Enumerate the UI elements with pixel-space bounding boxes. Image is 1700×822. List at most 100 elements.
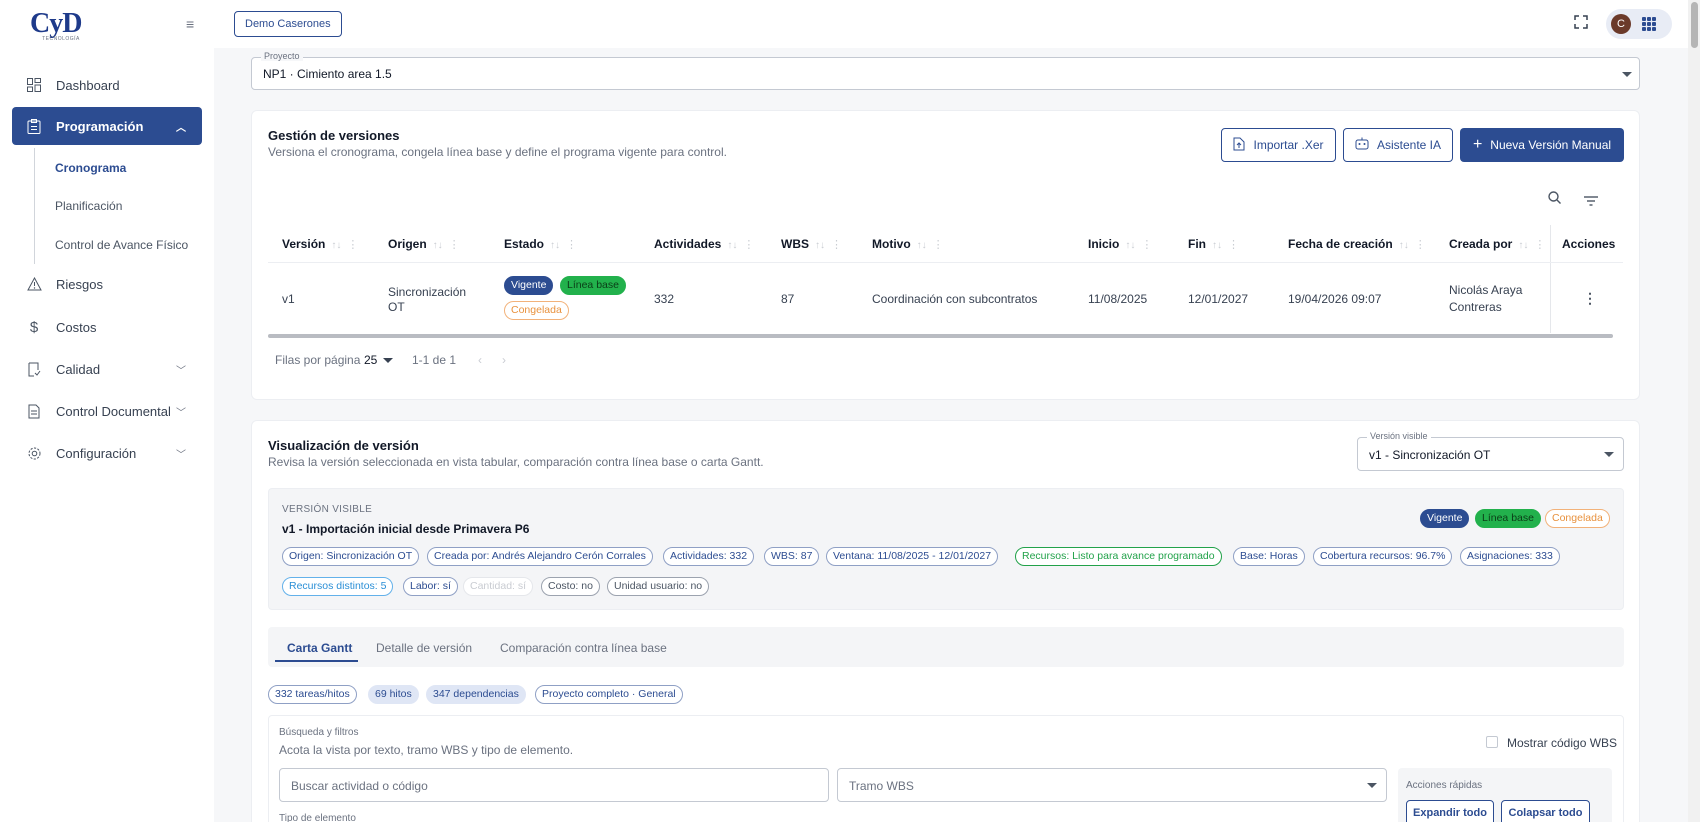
- column-menu-icon[interactable]: ⋮: [347, 239, 358, 251]
- prev-page-icon[interactable]: ‹: [478, 353, 482, 367]
- summary-chip-tareas: 332 tareas/hitos: [268, 685, 357, 704]
- cell-origen-line1: Sincronización: [388, 285, 467, 299]
- dashboard-icon: [26, 77, 42, 93]
- column-header-estado[interactable]: Estado ↑↓ ⋮: [504, 237, 577, 251]
- chevron-up-icon: ︿: [176, 123, 186, 134]
- import-xer-button[interactable]: Importar .Xer: [1221, 128, 1336, 162]
- sidebar-item-dashboard[interactable]: Dashboard: [12, 66, 202, 104]
- robot-icon: [1355, 137, 1369, 153]
- wbs-segment-select[interactable]: Tramo WBS: [837, 768, 1387, 802]
- visualization-title: Visualización de versión: [268, 438, 419, 453]
- column-header-fecha-creacion[interactable]: Fecha de creación ↑↓ ⋮: [1288, 237, 1426, 251]
- search-icon[interactable]: [1548, 191, 1561, 207]
- sidebar-item-label: Calidad: [56, 361, 101, 377]
- table-horizontal-scrollbar[interactable]: [268, 334, 1613, 338]
- status-badge-linea-base: Línea base: [560, 276, 626, 295]
- sidebar-item-riesgos[interactable]: Riesgos: [12, 265, 202, 303]
- sidebar-item-programacion[interactable]: Programación ︿: [12, 107, 202, 145]
- sort-icon[interactable]: ↑↓: [727, 240, 737, 251]
- sort-icon[interactable]: ↑↓: [1212, 240, 1222, 251]
- column-header-origen[interactable]: Origen ↑↓ ⋮: [388, 237, 460, 251]
- info-chip-unidad-usuario: Unidad usuario: no: [607, 577, 710, 596]
- page-scrollbar-thumb[interactable]: [1691, 2, 1698, 48]
- column-menu-icon[interactable]: ⋮: [449, 239, 460, 251]
- page-scrollbar[interactable]: [1688, 0, 1700, 822]
- apps-grid-icon[interactable]: [1642, 17, 1656, 31]
- sidebar-item-control-documental[interactable]: Control Documental ﹀: [12, 392, 202, 430]
- sort-icon[interactable]: ↑↓: [433, 240, 443, 251]
- tab-comparacion[interactable]: Comparación contra línea base: [500, 641, 667, 655]
- sidebar-item-costos[interactable]: $ Costos: [12, 308, 202, 346]
- row-actions-icon[interactable]: ⋮: [1583, 290, 1597, 307]
- info-chip-costo: Costo: no: [541, 577, 600, 596]
- sidebar-item-calidad[interactable]: Calidad ﹀: [12, 350, 202, 388]
- column-menu-icon[interactable]: ⋮: [1141, 239, 1152, 251]
- column-header-wbs[interactable]: WBS ↑↓ ⋮: [781, 237, 842, 251]
- sort-icon[interactable]: ↑↓: [331, 240, 341, 251]
- project-select[interactable]: Proyecto NP1 · Cimiento area 1.5: [251, 51, 1640, 90]
- column-header-inicio[interactable]: Inicio ↑↓ ⋮: [1088, 237, 1152, 251]
- ai-assistant-button[interactable]: Asistente IA: [1343, 128, 1453, 162]
- filter-icon[interactable]: [1584, 193, 1598, 209]
- info-chip-base: Base: Horas: [1233, 547, 1305, 566]
- project-select-label: Proyecto: [261, 51, 303, 61]
- topbar: Demo Caserones C: [214, 0, 1700, 48]
- expand-all-button[interactable]: Expandir todo: [1406, 800, 1494, 822]
- sort-icon[interactable]: ↑↓: [1125, 240, 1135, 251]
- column-menu-icon[interactable]: ⋮: [933, 239, 944, 251]
- fullscreen-icon[interactable]: [1574, 15, 1590, 31]
- rows-per-page-select[interactable]: 25: [364, 353, 377, 367]
- info-chip-cantidad: Cantidad: sí: [463, 577, 534, 596]
- sort-icon[interactable]: ↑↓: [1399, 240, 1409, 251]
- column-menu-icon[interactable]: ⋮: [1228, 239, 1239, 251]
- filters-description: Acota la vista por texto, tramo WBS y ti…: [279, 743, 574, 757]
- info-chip-recursos: Recursos: Listo para avance programado: [1015, 547, 1222, 566]
- cell-creada-por-line1: Nicolás Araya: [1449, 283, 1523, 297]
- sort-icon[interactable]: ↑↓: [815, 240, 825, 251]
- sidebar-item-configuracion[interactable]: Configuración ﹀: [12, 434, 202, 472]
- sidebar-subitem-avance-fisico[interactable]: Control de Avance Físico: [55, 238, 188, 252]
- cell-version: v1: [282, 292, 295, 306]
- collapse-all-button[interactable]: Colapsar todo: [1501, 800, 1590, 822]
- next-page-icon[interactable]: ›: [502, 353, 506, 367]
- context-button[interactable]: Demo Caserones: [234, 11, 342, 37]
- chevron-down-icon: ﹀: [176, 450, 186, 461]
- tab-detalle-version[interactable]: Detalle de versión: [376, 641, 472, 655]
- new-version-button[interactable]: + Nueva Versión Manual: [1460, 128, 1624, 162]
- column-menu-icon[interactable]: ⋮: [1415, 239, 1426, 251]
- column-menu-icon[interactable]: ⋮: [566, 239, 577, 251]
- column-label: Origen: [388, 237, 427, 251]
- sidebar-subitem-planificacion[interactable]: Planificación: [55, 199, 122, 213]
- dollar-icon: $: [29, 318, 39, 336]
- sort-icon[interactable]: ↑↓: [1518, 240, 1528, 251]
- rows-per-page-label: Filas por página: [275, 353, 361, 367]
- rows-per-page-value: 25: [364, 353, 378, 367]
- status-badge-congelada: Congelada: [1545, 509, 1610, 528]
- brand-logo[interactable]: CyD TECNOLOGÍA: [30, 8, 92, 52]
- plus-icon: +: [1472, 136, 1483, 153]
- new-version-label: Nueva Versión Manual: [1490, 138, 1612, 152]
- sort-icon[interactable]: ↑↓: [917, 240, 927, 251]
- summary-chip-hitos: 69 hitos: [368, 685, 419, 704]
- column-header-fin[interactable]: Fin ↑↓ ⋮: [1188, 237, 1239, 251]
- column-label: Fin: [1188, 237, 1206, 251]
- column-header-actividades[interactable]: Actividades ↑↓ ⋮: [654, 237, 754, 251]
- column-menu-icon[interactable]: ⋮: [1534, 239, 1545, 251]
- sidebar-item-label: Programación: [56, 118, 144, 134]
- avatar[interactable]: C: [1611, 14, 1631, 34]
- user-menu[interactable]: C: [1606, 9, 1672, 39]
- sidebar-subitem-cronograma[interactable]: Cronograma: [55, 161, 126, 175]
- column-menu-icon[interactable]: ⋮: [743, 239, 754, 251]
- tab-carta-gantt[interactable]: Carta Gantt: [287, 641, 352, 655]
- caret-down-icon[interactable]: [383, 358, 393, 363]
- visible-version-select[interactable]: Versión visible v1 - Sincronización OT: [1357, 431, 1624, 471]
- column-header-creada-por[interactable]: Creada por ↑↓ ⋮: [1449, 237, 1545, 251]
- column-header-version[interactable]: Versión ↑↓ ⋮: [282, 237, 358, 251]
- info-chip-origen: Origen: Sincronización OT: [282, 547, 420, 566]
- search-activity-input[interactable]: Buscar actividad o código: [279, 768, 829, 802]
- column-menu-icon[interactable]: ⋮: [831, 239, 842, 251]
- menu-toggle-icon[interactable]: ≡: [186, 17, 200, 31]
- column-header-motivo[interactable]: Motivo ↑↓ ⋮: [872, 237, 944, 251]
- show-wbs-checkbox[interactable]: [1486, 736, 1498, 748]
- sort-icon[interactable]: ↑↓: [550, 240, 560, 251]
